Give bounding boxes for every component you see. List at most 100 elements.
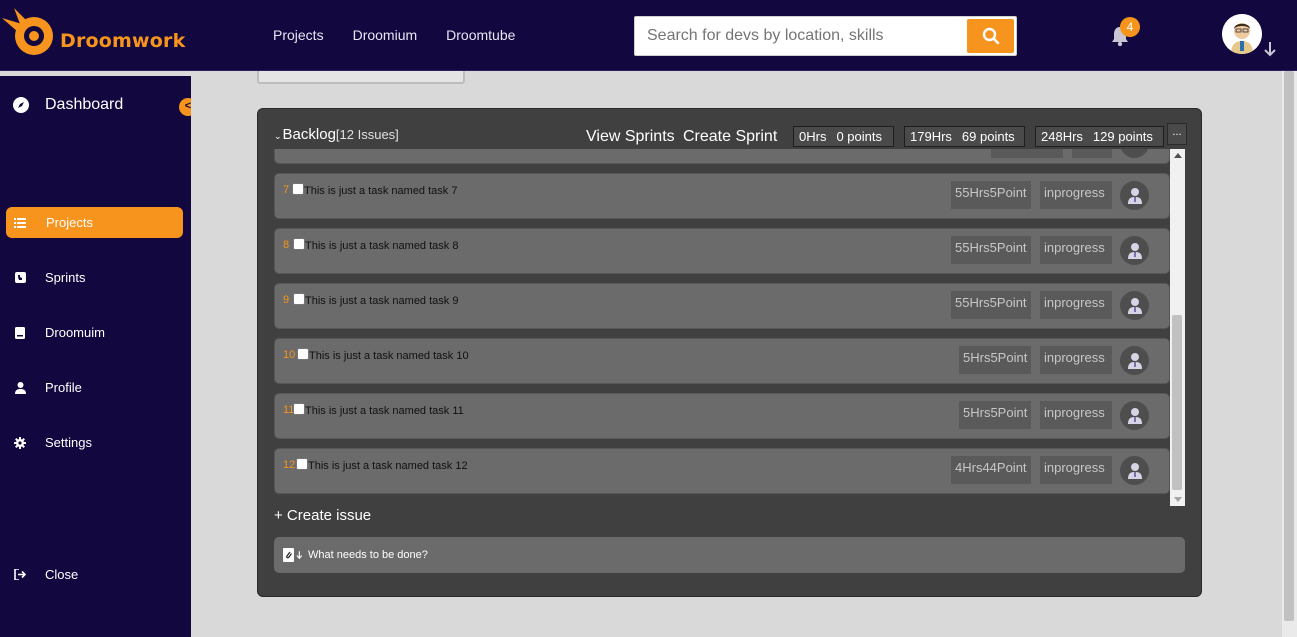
sidebar-item-droomuim[interactable]: Droomuim bbox=[6, 317, 183, 348]
user-avatar-icon bbox=[1127, 352, 1142, 369]
search-bar bbox=[634, 16, 1017, 56]
issue-number: 12 bbox=[283, 459, 296, 471]
sidebar-item-label: Droomuim bbox=[45, 325, 105, 340]
scroll-down-arrow[interactable] bbox=[1174, 497, 1182, 502]
issue-list: 7 This is just a task named task 7 55Hrs… bbox=[274, 149, 1170, 506]
issue-row[interactable]: 7 This is just a task named task 7 55Hrs… bbox=[274, 173, 1170, 219]
logout-icon bbox=[13, 568, 27, 582]
page-scrollbar[interactable] bbox=[1282, 71, 1297, 637]
sidebar-item-settings[interactable]: Settings bbox=[6, 427, 183, 458]
assignee-avatar[interactable] bbox=[1120, 291, 1149, 320]
sidebar-item-projects[interactable]: Projects bbox=[6, 207, 183, 238]
issue-checkbox[interactable] bbox=[293, 238, 305, 250]
backlog-toggle[interactable]: ⌄ Backlog [12 Issues] bbox=[274, 126, 399, 143]
stat-points: 69 points bbox=[961, 129, 1015, 144]
sidebar-item-profile[interactable]: Profile bbox=[6, 372, 183, 403]
issue-checkbox[interactable] bbox=[297, 348, 309, 360]
issue-estimate[interactable]: 5Hrs5Point bbox=[959, 346, 1032, 374]
backlog-panel: ⌄ Backlog [12 Issues] View Sprints Creat… bbox=[257, 108, 1202, 597]
new-issue-input[interactable] bbox=[308, 545, 1168, 565]
avatar-icon bbox=[1222, 14, 1262, 54]
issue-row[interactable]: 11 This is just a task named task 11 5Hr… bbox=[274, 393, 1170, 439]
brand-logo[interactable]: Droomwork bbox=[0, 6, 185, 62]
scrollbar-thumb[interactable] bbox=[1172, 315, 1182, 490]
sidebar-item-label: Settings bbox=[45, 435, 92, 450]
nav-link-droomium[interactable]: Droomium bbox=[353, 27, 418, 43]
stat-todo: 0Hrs 0 points bbox=[793, 126, 894, 147]
stat-points: 129 points bbox=[1092, 129, 1153, 144]
issue-estimate[interactable]: 4Hrs44Point bbox=[951, 456, 1031, 484]
sidebar-item-sprints[interactable]: Sprints bbox=[6, 262, 183, 293]
arrow-down-icon bbox=[296, 550, 303, 559]
nav-link-droomtube[interactable]: Droomtube bbox=[446, 27, 515, 43]
issue-row[interactable]: 9 This is just a task named task 9 55Hrs… bbox=[274, 283, 1170, 329]
notification-count-badge: 4 bbox=[1120, 17, 1140, 37]
more-options-button[interactable]: ... bbox=[1167, 123, 1187, 145]
issue-checkbox[interactable] bbox=[293, 403, 305, 415]
issue-type-selector[interactable] bbox=[283, 547, 303, 562]
estimate-chip bbox=[991, 149, 1063, 158]
assignee-avatar[interactable] bbox=[1120, 236, 1149, 265]
user-avatar-icon bbox=[1127, 407, 1142, 424]
user-avatar-icon bbox=[1127, 462, 1142, 479]
sidebar-dashboard[interactable]: Dashboard bbox=[13, 96, 123, 114]
issue-number: 8 bbox=[283, 239, 290, 251]
phone-icon bbox=[13, 271, 27, 285]
issue-status[interactable]: inprogress bbox=[1040, 291, 1112, 319]
issue-title[interactable]: This is just a task named task 12 bbox=[308, 460, 468, 472]
issue-status[interactable]: inprogress bbox=[1040, 236, 1112, 264]
issue-number: 9 bbox=[283, 294, 290, 306]
issue-status[interactable]: inprogress bbox=[1040, 401, 1112, 429]
create-issue-button[interactable]: + Create issue bbox=[274, 507, 371, 524]
paperclip-icon bbox=[283, 547, 295, 562]
assignee-avatar bbox=[1120, 149, 1149, 158]
stat-points: 0 points bbox=[836, 129, 882, 144]
sidebar-close[interactable]: Close bbox=[6, 559, 183, 590]
issue-estimate[interactable]: 55Hrs5Point bbox=[951, 181, 1031, 209]
issue-title[interactable]: This is just a task named task 11 bbox=[305, 405, 464, 417]
issue-estimate[interactable]: 55Hrs5Point bbox=[951, 291, 1031, 319]
stat-hours: 248Hrs bbox=[1041, 129, 1083, 144]
droomwork-logo-icon bbox=[2, 8, 53, 55]
stat-done: 248Hrs 129 points bbox=[1035, 126, 1164, 147]
sidebar-close-label: Close bbox=[45, 567, 79, 582]
issue-row[interactable]: 8 This is just a task named task 8 55Hrs… bbox=[274, 228, 1170, 274]
issue-status[interactable]: inprogress bbox=[1040, 346, 1112, 374]
user-avatar[interactable] bbox=[1222, 14, 1262, 54]
issue-checkbox[interactable] bbox=[296, 458, 308, 470]
issue-row[interactable]: 10 This is just a task named task 10 5Hr… bbox=[274, 338, 1170, 384]
view-sprints-link[interactable]: View Sprints bbox=[586, 128, 675, 146]
issue-status[interactable]: inprogress bbox=[1040, 181, 1112, 209]
issue-list-scrollbar[interactable] bbox=[1170, 149, 1185, 506]
scroll-up-arrow[interactable] bbox=[1174, 153, 1182, 158]
assignee-avatar[interactable] bbox=[1120, 401, 1149, 430]
search-button[interactable] bbox=[967, 19, 1014, 53]
user-avatar-icon bbox=[1127, 242, 1142, 259]
brand-name: Droomwork bbox=[60, 30, 186, 52]
sidebar-dashboard-label: Dashboard bbox=[45, 96, 124, 113]
issue-title[interactable]: This is just a task named task 9 bbox=[305, 295, 458, 307]
issue-checkbox[interactable] bbox=[292, 183, 304, 195]
issue-estimate[interactable]: 5Hrs5Point bbox=[959, 401, 1032, 429]
issue-title[interactable]: This is just a task named task 10 bbox=[309, 350, 469, 362]
issue-checkbox[interactable] bbox=[293, 293, 305, 305]
issue-estimate[interactable]: 55Hrs5Point bbox=[951, 236, 1031, 264]
profile-menu-arrow[interactable] bbox=[1263, 40, 1277, 58]
new-issue-bar bbox=[274, 537, 1185, 573]
assignee-avatar[interactable] bbox=[1120, 456, 1149, 485]
assignee-avatar[interactable] bbox=[1120, 346, 1149, 375]
assignee-avatar[interactable] bbox=[1120, 181, 1149, 210]
issue-title[interactable]: This is just a task named task 8 bbox=[305, 240, 458, 252]
issue-title[interactable]: This is just a task named task 7 bbox=[304, 185, 457, 197]
create-sprint-link[interactable]: Create Sprint bbox=[683, 128, 777, 146]
user-icon bbox=[13, 381, 27, 395]
sidebar-item-label: Sprints bbox=[45, 270, 86, 285]
search-input[interactable] bbox=[635, 17, 965, 55]
issue-row[interactable]: 12 This is just a task named task 12 4Hr… bbox=[274, 448, 1170, 494]
sidebar: Dashboard < Projects Sprints Droomuim Pr… bbox=[0, 76, 197, 637]
nav-link-projects[interactable]: Projects bbox=[273, 27, 324, 43]
page-scrollbar-thumb[interactable] bbox=[1284, 71, 1294, 621]
project-select-partial[interactable] bbox=[257, 71, 465, 84]
stat-inprogress: 179Hrs 69 points bbox=[904, 126, 1025, 147]
issue-status[interactable]: inprogress bbox=[1040, 456, 1112, 484]
